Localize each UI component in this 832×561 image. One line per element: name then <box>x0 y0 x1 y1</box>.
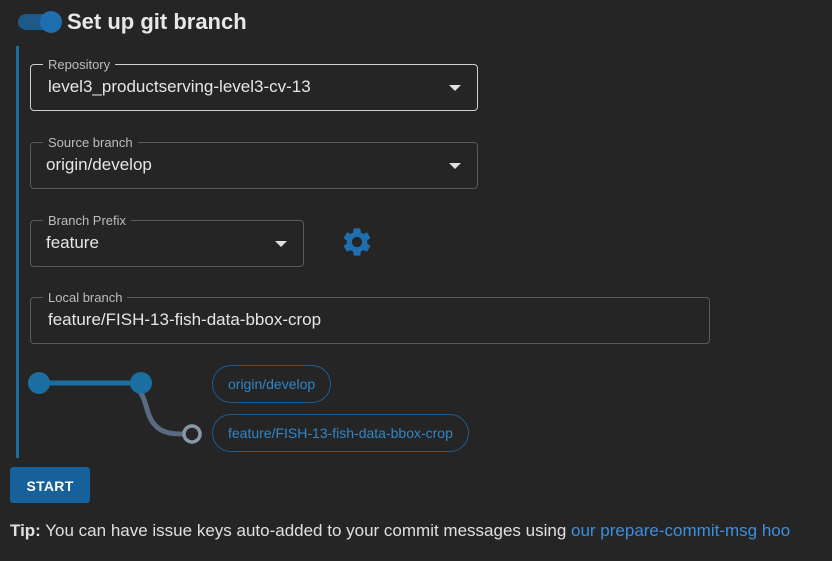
local-branch-label: Local branch <box>43 290 128 305</box>
branch-point-node <box>130 372 152 394</box>
local-branch-input[interactable]: Local branch feature/FISH-13-fish-data-b… <box>30 290 710 344</box>
tip-label: Tip: <box>10 521 41 540</box>
tip-text: Tip: You can have issue keys auto-added … <box>10 521 790 541</box>
section-title: Set up git branch <box>67 9 247 34</box>
enable-toggle[interactable] <box>18 11 62 33</box>
new-branch-node <box>182 424 202 444</box>
setup-git-branch-panel: Set up git branch Repository level3_prod… <box>0 0 832 561</box>
source-branch-label: Source branch <box>43 135 138 150</box>
gear-icon[interactable] <box>340 225 374 259</box>
chevron-down-icon <box>449 163 461 169</box>
prepare-commit-msg-link[interactable]: our prepare-commit-msg hoo <box>571 521 790 540</box>
branch-graph <box>28 372 202 444</box>
branch-prefix-select[interactable]: Branch Prefix feature <box>30 213 304 267</box>
tip-body: You can have issue keys auto-added to yo… <box>40 521 571 540</box>
repository-select[interactable]: Repository level3_productserving-level3-… <box>30 57 478 111</box>
chevron-down-icon <box>449 85 461 91</box>
branch-prefix-label: Branch Prefix <box>43 213 132 228</box>
chevron-down-icon <box>275 241 287 247</box>
target-branch-pill: feature/FISH-13-fish-data-bbox-crop <box>212 414 469 452</box>
source-branch-value: origin/develop <box>46 155 152 174</box>
repository-label: Repository <box>43 57 116 72</box>
source-commit-node <box>28 372 50 394</box>
branch-prefix-value: feature <box>46 233 99 252</box>
local-branch-value: feature/FISH-13-fish-data-bbox-crop <box>48 310 322 329</box>
start-button[interactable]: START <box>10 467 90 503</box>
source-branch-pill: origin/develop <box>212 365 332 403</box>
repository-value: level3_productserving-level3-cv-13 <box>48 77 311 96</box>
toggle-knob <box>40 11 62 33</box>
section-accent-line <box>16 46 19 458</box>
source-branch-select[interactable]: Source branch origin/develop <box>30 135 478 189</box>
